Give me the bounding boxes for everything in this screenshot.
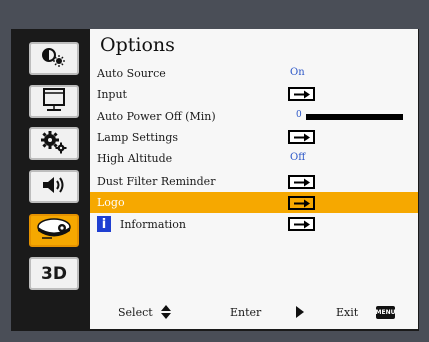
enter-submenu-button[interactable] [288, 217, 315, 231]
menu-row-input[interactable]: Input [90, 84, 418, 105]
brightness-contrast-icon [40, 46, 68, 72]
right-arrow-icon [295, 305, 305, 322]
high-altitude-value: Off [290, 152, 306, 163]
display-screen-icon [41, 87, 67, 116]
3d-icon: 3D [41, 263, 67, 284]
volume-speaker-icon [40, 174, 68, 200]
row-label: Auto Power Off (Min) [97, 110, 216, 123]
arrow-right-icon [294, 199, 310, 208]
row-label: Lamp Settings [97, 131, 179, 144]
auto-power-off-value: 0 [296, 110, 302, 120]
row-label: Dust Filter Reminder [97, 175, 216, 188]
sidebar-item-3d[interactable]: 3D [29, 257, 79, 290]
row-label: Logo [97, 196, 125, 209]
auto-source-value: On [290, 67, 305, 78]
enter-submenu-button[interactable] [288, 175, 315, 189]
auto-power-off-slider[interactable] [306, 114, 403, 120]
sidebar-item-settings[interactable] [29, 127, 79, 160]
menu-row-auto-power-off[interactable]: Auto Power Off (Min) 0 [90, 106, 418, 127]
sidebar-item-options[interactable] [29, 214, 79, 247]
row-label: Information [120, 218, 187, 231]
menu-key-icon: MENU [376, 306, 395, 319]
row-label: Auto Source [97, 67, 166, 80]
menu-row-logo[interactable]: Logo [90, 192, 418, 213]
enter-hint-label: Enter [230, 306, 262, 319]
arrow-right-icon [294, 178, 310, 187]
enter-submenu-button[interactable] [288, 130, 315, 144]
arrow-right-icon [294, 90, 310, 99]
menu-row-auto-source[interactable]: Auto Source On [90, 63, 418, 84]
arrow-right-icon [294, 220, 310, 229]
sidebar-item-picture[interactable] [29, 42, 79, 75]
options-panel: Options Auto Source On Input Auto Power … [90, 29, 418, 329]
projector-options-icon [34, 216, 74, 246]
row-label: High Altitude [97, 152, 173, 165]
sidebar-item-audio[interactable] [29, 170, 79, 203]
select-hint-label: Select [118, 306, 153, 319]
row-label: Input [97, 88, 127, 101]
gears-settings-icon [40, 130, 68, 158]
menu-row-high-altitude[interactable]: High Altitude Off [90, 148, 418, 169]
sidebar-item-display[interactable] [29, 85, 79, 118]
menu-row-lamp-settings[interactable]: Lamp Settings [90, 127, 418, 148]
footer-hints: Select Enter Exit MENU [90, 304, 418, 324]
info-icon: i [97, 216, 111, 232]
enter-submenu-button[interactable] [288, 196, 315, 210]
up-down-arrows-icon [160, 304, 172, 323]
enter-submenu-button[interactable] [288, 87, 315, 101]
page-title: Options [100, 34, 175, 56]
sidebar: 3D [11, 29, 89, 331]
menu-row-dust-filter-reminder[interactable]: Dust Filter Reminder [90, 171, 418, 192]
exit-hint-label: Exit [336, 306, 359, 319]
arrow-right-icon [294, 133, 310, 142]
menu-row-information[interactable]: i Information [90, 214, 418, 235]
